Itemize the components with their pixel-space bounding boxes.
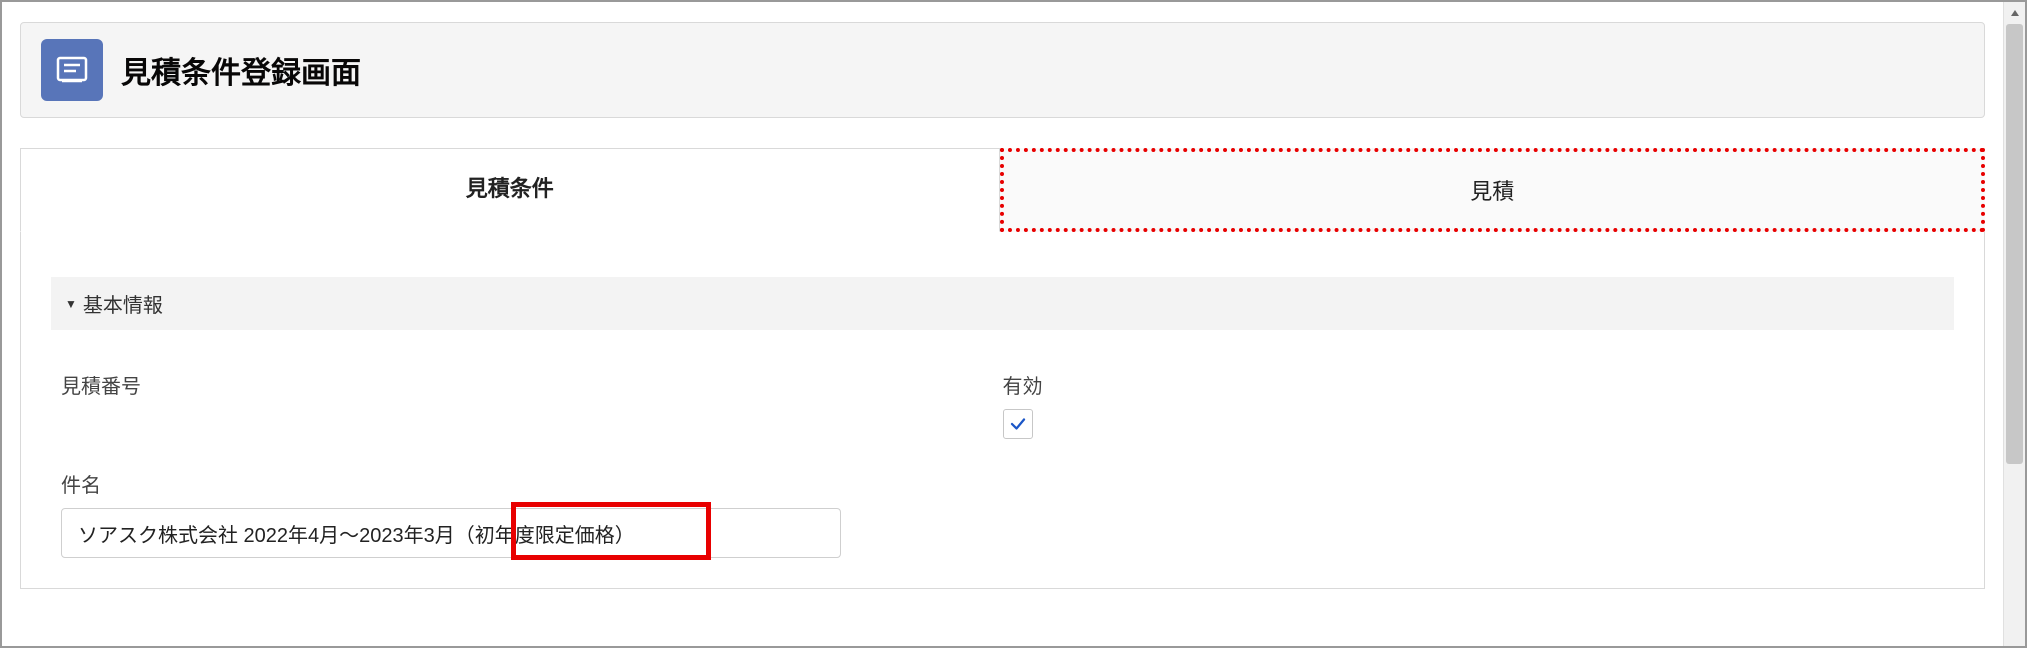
field-quote-number: 見積番号 — [61, 370, 1003, 439]
tab-quote-conditions[interactable]: 見積条件 — [20, 148, 1000, 232]
chevron-down-icon: ▼ — [65, 297, 77, 311]
check-icon — [1009, 415, 1027, 433]
form-grid: 見積番号 有効 件名 — [51, 370, 1954, 558]
scrollbar[interactable] — [2003, 2, 2025, 646]
scrollbar-thumb[interactable] — [2006, 24, 2023, 464]
scrollbar-up-icon[interactable] — [2004, 2, 2026, 24]
form-panel: ▼ 基本情報 見積番号 有効 件名 — [20, 232, 1985, 589]
tab-label: 見積 — [1470, 179, 1514, 204]
tab-quote[interactable]: 見積 — [1000, 148, 1986, 232]
subject-label: 件名 — [61, 469, 1944, 498]
subject-input[interactable] — [61, 508, 841, 558]
section-title: 基本情報 — [83, 289, 163, 318]
tabs: 見積条件 見積 — [20, 148, 1985, 232]
page-title: 見積条件登録画面 — [121, 48, 361, 92]
quote-icon — [41, 39, 103, 101]
content-area: 見積条件登録画面 見積条件 見積 ▼ 基本情報 見積番号 有効 — [2, 2, 2003, 646]
page-header: 見積条件登録画面 — [20, 22, 1985, 118]
valid-label: 有効 — [1003, 370, 1945, 399]
section-basic-info[interactable]: ▼ 基本情報 — [51, 277, 1954, 330]
quote-number-label: 見積番号 — [61, 370, 1003, 399]
field-subject: 件名 — [61, 469, 1944, 558]
window-frame: 見積条件登録画面 見積条件 見積 ▼ 基本情報 見積番号 有効 — [0, 0, 2027, 648]
tab-label: 見積条件 — [466, 176, 554, 201]
valid-checkbox[interactable] — [1003, 409, 1033, 439]
subject-input-wrap — [61, 508, 1944, 558]
field-valid: 有効 — [1003, 370, 1945, 439]
